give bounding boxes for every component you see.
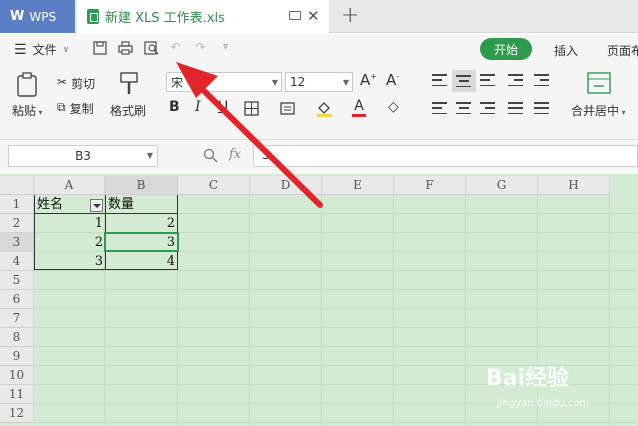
- baidu-watermark-url: jingyan.baidu.com: [497, 398, 590, 409]
- baidu-watermark: Bai经验: [486, 366, 570, 391]
